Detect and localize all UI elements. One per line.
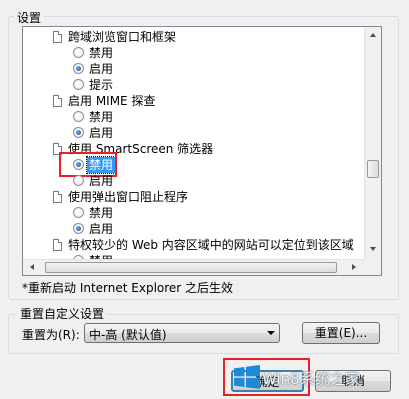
windows-logo-icon xyxy=(234,365,260,389)
radio-option-label[interactable]: 启用 xyxy=(89,125,113,141)
radio-option-label[interactable]: 启用 xyxy=(89,61,113,77)
radio-button[interactable] xyxy=(73,207,84,218)
chevron-down-icon xyxy=(267,331,275,335)
radio-option-label[interactable]: 禁用 xyxy=(89,205,113,221)
document-icon xyxy=(53,31,62,43)
horizontal-scroll-thumb[interactable] xyxy=(45,262,337,273)
setting-header-label: 特权较少的 Web 内容区域中的网站可以定位到该区域 xyxy=(68,238,354,252)
watermark-text: Win8系统之家 xyxy=(262,370,360,388)
horizontal-scrollbar[interactable] xyxy=(23,259,364,275)
settings-list-content: 跨域浏览窗口和框架 禁用 启用 提示 启用 MIME 探查 禁用 启用 使用 SmartScr… xyxy=(23,27,363,259)
radio-option-label[interactable]: 禁用 xyxy=(89,45,113,61)
scroll-down-arrow-icon[interactable] xyxy=(370,247,376,251)
scroll-right-arrow-icon[interactable] xyxy=(352,264,356,270)
reset-level-value: 中-高 (默认值) xyxy=(89,328,167,342)
setting-header-label: 使用弹出窗口阻止程序 xyxy=(68,190,189,204)
scroll-left-arrow-icon[interactable] xyxy=(30,264,34,270)
scrollbar-corner xyxy=(364,259,381,275)
radio-button[interactable] xyxy=(73,47,84,58)
reset-button[interactable]: 重置(E)... xyxy=(302,322,380,344)
vertical-scrollbar[interactable] xyxy=(364,27,381,259)
reset-to-label: 重置为(R): xyxy=(22,328,80,342)
setting-header-label: 跨域浏览窗口和框架 xyxy=(68,30,177,44)
reset-level-select[interactable]: 中-高 (默认值) xyxy=(84,323,280,343)
radio-button[interactable] xyxy=(73,175,84,186)
radio-option-label[interactable]: 禁用 xyxy=(89,109,113,125)
settings-list[interactable]: 跨域浏览窗口和框架 禁用 启用 提示 启用 MIME 探查 禁用 启用 使用 SmartScr… xyxy=(22,26,382,276)
scroll-up-arrow-icon[interactable] xyxy=(370,33,376,37)
document-icon xyxy=(53,95,62,107)
radio-button[interactable] xyxy=(73,79,84,90)
watermark: Win8系统之家 xyxy=(230,362,409,394)
radio-option-label[interactable]: 启用 xyxy=(89,221,113,237)
reset-group-label: 重置自定义设置 xyxy=(17,305,108,322)
radio-option-label[interactable]: 提示 xyxy=(89,77,113,93)
radio-button-checked[interactable] xyxy=(73,63,84,74)
radio-button[interactable] xyxy=(73,111,84,122)
radio-button-checked[interactable] xyxy=(73,127,84,138)
document-icon xyxy=(53,239,62,251)
setting-header-label: 启用 MIME 探查 xyxy=(68,94,156,108)
radio-option-label[interactable]: 启用 xyxy=(89,173,113,189)
radio-button-checked[interactable] xyxy=(73,223,84,234)
vertical-scroll-thumb[interactable] xyxy=(367,160,379,178)
document-icon xyxy=(53,191,62,203)
restart-note: *重新启动 Internet Explorer 之后生效 xyxy=(22,281,234,295)
settings-group-label: 设置 xyxy=(14,9,45,26)
